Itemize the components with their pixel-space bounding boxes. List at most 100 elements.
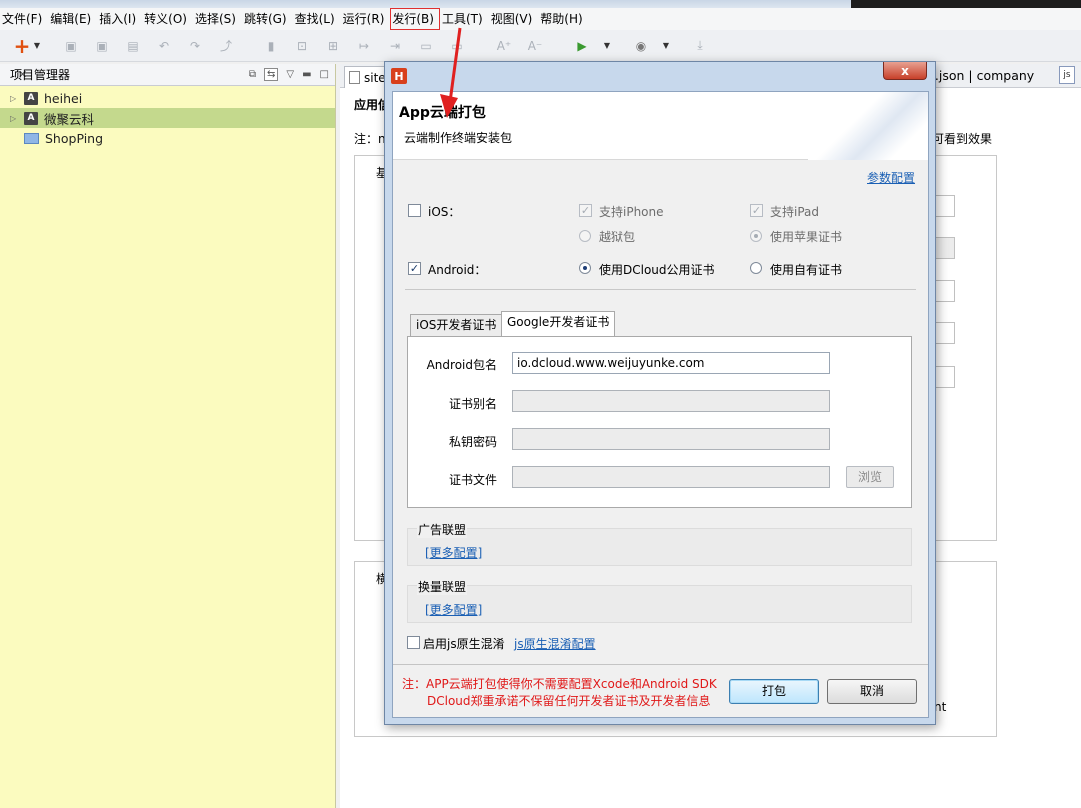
- step-icon[interactable]: ↦: [353, 35, 375, 57]
- insert-icon[interactable]: ⊡: [291, 35, 313, 57]
- exchange-alliance-title: 换量联盟: [417, 578, 468, 595]
- chevron-down-icon[interactable]: ▼: [32, 35, 42, 57]
- jailbreak-radio[interactable]: [579, 230, 591, 242]
- menu-goto[interactable]: 跳转(G): [242, 8, 293, 30]
- project-manager-panel: 项目管理器 ✕ ⧉ ⇆ ▽ ▬ □ ▷ A heihei ▷ A 微聚云科 Sh…: [0, 64, 336, 808]
- download-icon[interactable]: ⤓: [689, 35, 711, 57]
- export-icon[interactable]: ⊞: [322, 35, 344, 57]
- jailbreak-label: 越狱包: [599, 230, 636, 244]
- tree-item[interactable]: ▷ A heihei: [0, 88, 335, 108]
- menu-convert[interactable]: 转义(O): [142, 8, 193, 30]
- cert-file-input[interactable]: [512, 466, 830, 488]
- menu-insert[interactable]: 插入(I): [97, 8, 142, 30]
- cancel-button[interactable]: 取消: [827, 679, 917, 704]
- project-manager-tab[interactable]: 项目管理器 ✕ ⧉ ⇆ ▽ ▬ □: [0, 64, 335, 86]
- exchange-alliance-group: 换量联盟 [更多配置]: [407, 578, 912, 623]
- js-obfuscate-checkbox[interactable]: [407, 636, 420, 649]
- private-key-password-label: 私钥密码: [448, 435, 497, 449]
- tab-ios-cert[interactable]: iOS开发者证书: [410, 314, 503, 336]
- menu-find[interactable]: 查找(L): [293, 8, 341, 30]
- editor-note: 注：n: [354, 132, 386, 146]
- new-icon[interactable]: +: [14, 34, 31, 58]
- menu-view[interactable]: 视图(V): [489, 8, 539, 30]
- view-menu-icon[interactable]: ▽: [286, 69, 294, 80]
- format-icon[interactable]: ⤴: [215, 35, 237, 57]
- own-cert-label: 使用自有证书: [770, 263, 843, 277]
- close-button[interactable]: x: [883, 62, 927, 80]
- menu-bar: 文件(F) 编辑(E) 插入(I) 转义(O) 选择(S) 跳转(G) 查找(L…: [0, 8, 1081, 30]
- undo-icon[interactable]: ↶: [153, 35, 175, 57]
- ad-alliance-group: 广告联盟 [更多配置]: [407, 521, 912, 566]
- save-as-icon[interactable]: ▤: [122, 35, 144, 57]
- tree-item-label: heihei: [44, 90, 83, 106]
- redo-icon[interactable]: ↷: [184, 35, 206, 57]
- browser-icon[interactable]: ◉: [630, 35, 652, 57]
- android-checkbox[interactable]: ✓: [408, 262, 421, 275]
- package-name-label: Android包名: [426, 358, 497, 372]
- package-name-input[interactable]: io.dcloud.www.weijuyunke.com: [512, 352, 830, 374]
- expand-icon[interactable]: ▷: [10, 94, 20, 103]
- js-obfuscate-label: 启用js原生混淆: [423, 637, 505, 651]
- font-increase-icon[interactable]: A⁺: [493, 35, 515, 57]
- comment-icon[interactable]: ▭: [415, 35, 437, 57]
- font-decrease-icon[interactable]: A⁻: [524, 35, 546, 57]
- menu-file[interactable]: 文件(F): [0, 8, 48, 30]
- support-ipad-label: 支持iPad: [770, 205, 820, 219]
- param-config-link[interactable]: 参数配置: [867, 169, 915, 186]
- cert-alias-input[interactable]: [512, 390, 830, 412]
- save-icon[interactable]: ▣: [60, 35, 82, 57]
- step-into-icon[interactable]: ⇥: [384, 35, 406, 57]
- tree-item[interactable]: ShopPing: [0, 128, 335, 148]
- run-dropdown-icon[interactable]: ▼: [602, 35, 612, 57]
- cert-alias-label: 证书别名: [448, 397, 497, 411]
- dialog-subtitle: 云端制作终端安装包: [404, 131, 513, 145]
- link-editor-icon[interactable]: ⇆: [264, 68, 279, 81]
- menu-run[interactable]: 运行(R): [341, 8, 391, 30]
- browser-dropdown-icon[interactable]: ▼: [661, 35, 671, 57]
- js-file-icon[interactable]: js: [1059, 66, 1075, 84]
- menu-edit[interactable]: 编辑(E): [48, 8, 97, 30]
- browse-button[interactable]: 浏览: [846, 466, 894, 488]
- expand-icon[interactable]: ▷: [10, 114, 20, 123]
- note-line-2: DCloud郑重承诺不保留任何开发者证书及开发者信息: [427, 694, 711, 708]
- file-icon: [349, 71, 360, 84]
- menu-release[interactable]: 发行(B): [390, 8, 440, 30]
- project-manager-title: 项目管理器: [10, 68, 71, 82]
- minimize-icon[interactable]: ▬: [302, 69, 311, 80]
- dialog-body: App云端打包 云端制作终端安装包 参数配置 iOS： ✓ 支持iPhone ✓…: [392, 91, 929, 718]
- save-all-icon[interactable]: ▣: [91, 35, 113, 57]
- js-obfuscate-config-link[interactable]: js原生混淆配置: [514, 635, 596, 652]
- menu-select[interactable]: 选择(S): [193, 8, 242, 30]
- run-icon[interactable]: ▶: [571, 35, 593, 57]
- apple-cert-label: 使用苹果证书: [770, 230, 843, 244]
- ios-checkbox[interactable]: [408, 204, 421, 217]
- app-project-icon: A: [24, 111, 38, 125]
- cert-file-label: 证书文件: [448, 473, 497, 487]
- menu-help[interactable]: 帮助(H): [538, 8, 588, 30]
- support-iphone-checkbox[interactable]: ✓: [579, 204, 592, 217]
- bookmark-icon[interactable]: ▮: [260, 35, 282, 57]
- exchange-more-config-link[interactable]: [更多配置]: [425, 601, 482, 618]
- hbuilder-logo-icon: H: [391, 68, 407, 84]
- editor-note-end: 可看到效果: [932, 132, 993, 146]
- maximize-icon[interactable]: □: [320, 69, 329, 80]
- dcloud-cert-label: 使用DCloud公用证书: [599, 263, 715, 277]
- own-cert-radio[interactable]: [750, 262, 762, 274]
- annotation-arrow-icon: [440, 27, 462, 118]
- pack-button[interactable]: 打包: [729, 679, 819, 704]
- support-ipad-checkbox[interactable]: ✓: [750, 204, 763, 217]
- ad-more-config-link[interactable]: [更多配置]: [425, 544, 482, 561]
- private-key-password-input[interactable]: [512, 428, 830, 450]
- collapse-icon[interactable]: ⧉: [249, 69, 256, 80]
- note-line-1: 注：APP云端打包使得你不需要配置Xcode和Android SDK: [402, 677, 717, 691]
- android-label: Android：: [428, 263, 487, 277]
- app-project-icon: A: [24, 91, 38, 105]
- tree-item[interactable]: ▷ A 微聚云科: [0, 108, 335, 128]
- ios-label: iOS：: [428, 205, 461, 219]
- dcloud-cert-radio[interactable]: [579, 262, 591, 274]
- editor-tab-right[interactable]: t.json | company: [930, 66, 1034, 88]
- tree-item-label: ShopPing: [45, 130, 104, 146]
- apple-cert-radio[interactable]: [750, 230, 762, 242]
- app-cloud-pack-dialog: H x App云端打包 云端制作终端安装包 参数配置 iOS： ✓ 支持iPho…: [384, 61, 936, 725]
- tab-google-cert[interactable]: Google开发者证书: [501, 311, 616, 336]
